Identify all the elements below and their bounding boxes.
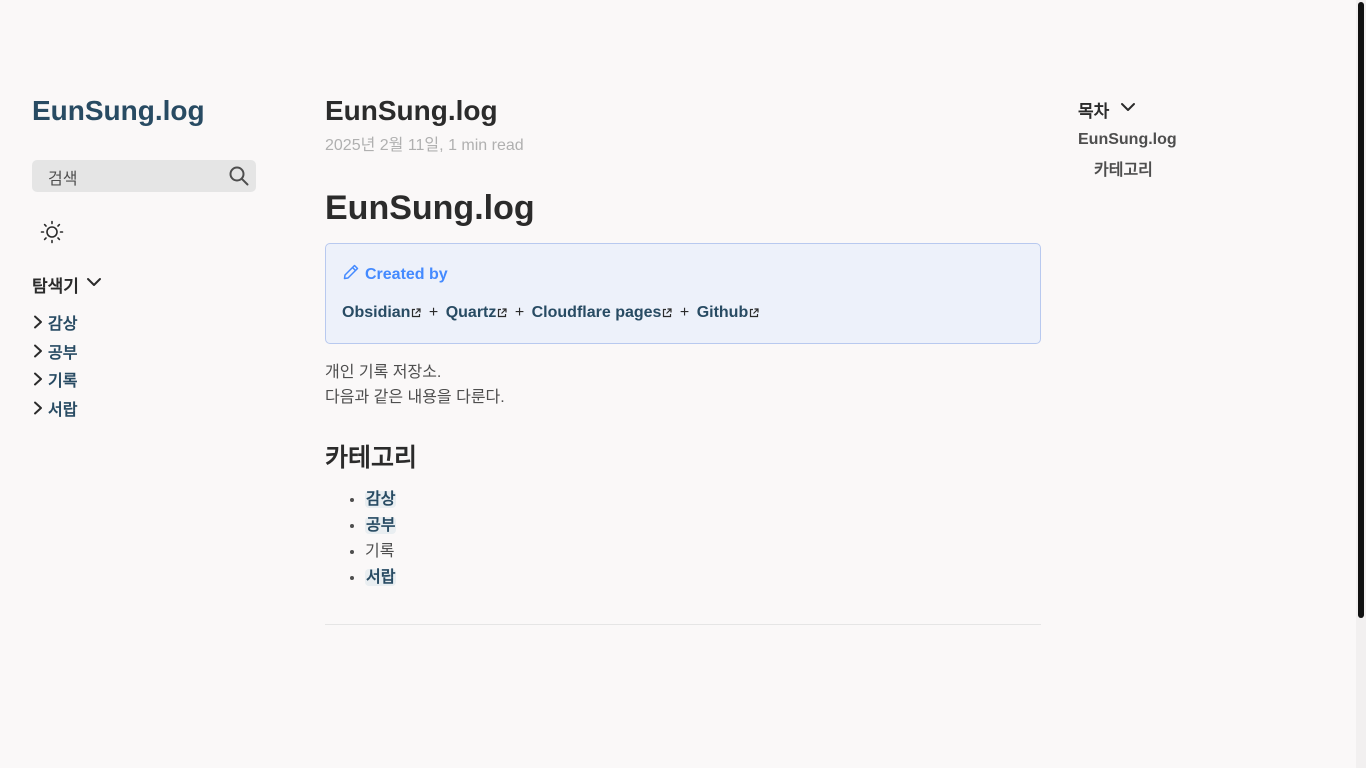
category-heading: 카테고리	[325, 444, 418, 472]
external-link-icon	[750, 308, 759, 318]
category-list: 감상 공부 기록 서랍	[325, 488, 397, 592]
explorer-folder[interactable]: 기록	[32, 365, 77, 394]
callout-box: Created by Obsidian + Quartz + Cloudflar…	[325, 243, 1041, 344]
link-label: Quartz	[445, 304, 497, 321]
quartz-link[interactable]: Quartz	[446, 304, 508, 321]
content-heading: EunSung.log	[325, 189, 535, 227]
explorer-folder[interactable]: 감상	[32, 308, 77, 337]
chevron-down-icon	[1119, 98, 1137, 121]
list-item: 기록	[365, 540, 396, 566]
plus-separator: +	[428, 304, 439, 321]
callout-body: Obsidian + Quartz + Cloudflare pages + G…	[342, 304, 759, 322]
article-title: EunSung.log	[325, 95, 498, 126]
external-link-icon	[412, 308, 422, 318]
chevron-down-icon	[85, 273, 103, 296]
pencil-icon	[342, 263, 360, 286]
site-title[interactable]: EunSung.log	[32, 94, 205, 128]
obsidian-link[interactable]: Obsidian	[342, 304, 422, 321]
external-link-icon	[498, 308, 507, 318]
external-link-icon	[663, 308, 673, 318]
category-link[interactable]: 서랍	[365, 569, 397, 586]
darkmode-toggle[interactable]	[40, 220, 64, 244]
github-link[interactable]: Github	[697, 304, 760, 321]
article-meta: 2025년 2월 11일, 1 min read	[325, 131, 524, 155]
plus-separator: +	[679, 304, 690, 321]
toc-toggle[interactable]: 목차	[1078, 97, 1137, 122]
callout-header: Created by	[342, 263, 448, 286]
list-item: 서랍	[365, 566, 397, 592]
content-divider	[325, 624, 1041, 625]
explorer-toggle[interactable]: 탐색기	[32, 272, 103, 297]
explorer-folder[interactable]: 서랍	[32, 394, 77, 423]
intro-paragraph: 개인 기록 저장소. 다음과 같은 내용을 다룬다.	[325, 360, 505, 410]
cloudflare-pages-link[interactable]: Cloudflare pages	[532, 304, 673, 321]
article-read-time: 1 min read	[448, 137, 524, 154]
article-date: 2025년 2월 11일,	[325, 137, 444, 154]
explorer-title: 탐색기	[32, 277, 79, 296]
toc-item-eunsung-log[interactable]: EunSung.log	[1078, 131, 1177, 149]
category-link[interactable]: 공부	[365, 517, 397, 534]
chevron-right-icon	[34, 344, 42, 358]
explorer-folder-label: 공부	[48, 344, 78, 362]
toc-title: 목차	[1078, 102, 1110, 121]
sun-icon	[40, 220, 64, 248]
explorer-folder-label: 서랍	[48, 401, 78, 419]
list-item: 감상	[365, 488, 397, 514]
link-label: Obsidian	[342, 304, 411, 321]
intro-line: 개인 기록 저장소.	[325, 364, 442, 381]
intro-line: 다음과 같은 내용을 다룬다.	[325, 389, 505, 406]
callout-title: Created by	[365, 265, 448, 283]
link-label: Github	[696, 304, 749, 321]
explorer-folder-label: 감상	[48, 316, 78, 334]
explorer-list: 감상 공부 기록 서랍	[32, 308, 77, 422]
category-text: 기록	[365, 543, 395, 560]
explorer-folder-label: 기록	[48, 373, 78, 391]
search-placeholder: 검색	[48, 171, 78, 188]
toc-item-category[interactable]: 카테고리	[1094, 156, 1153, 180]
explorer-folder[interactable]: 공부	[32, 337, 77, 366]
chevron-right-icon	[34, 401, 42, 415]
list-item: 공부	[365, 514, 397, 540]
search-icon[interactable]	[229, 166, 249, 191]
chevron-right-icon	[34, 372, 42, 386]
scrollbar-thumb[interactable]	[1358, 2, 1364, 618]
link-label: Cloudflare pages	[531, 304, 662, 321]
plus-separator: +	[514, 304, 525, 321]
category-link[interactable]: 감상	[365, 491, 397, 508]
chevron-right-icon	[34, 315, 42, 329]
search-bar[interactable]: 검색	[32, 160, 256, 192]
